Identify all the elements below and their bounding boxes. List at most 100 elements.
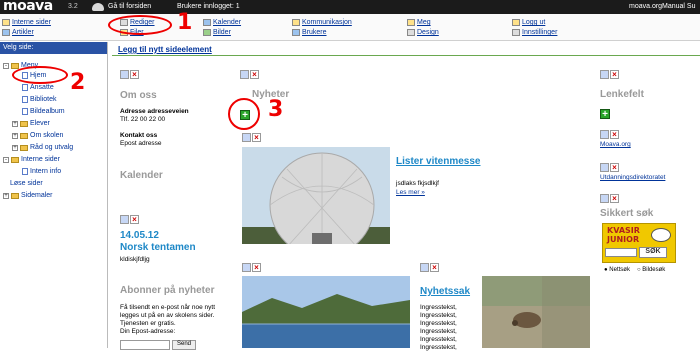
- add-link-button[interactable]: +: [600, 109, 610, 120]
- delete-icon[interactable]: ×: [610, 70, 619, 79]
- moava-logo[interactable]: moava: [3, 0, 53, 14]
- delete-icon[interactable]: ×: [610, 130, 619, 139]
- news-image-lake[interactable]: [242, 276, 410, 348]
- calendar-event[interactable]: Norsk tentamen: [120, 242, 196, 253]
- menu-innstillinger[interactable]: Innstillinger: [512, 29, 557, 36]
- kvasir-search-input[interactable]: [605, 248, 637, 257]
- menu-meg[interactable]: Meg: [407, 19, 431, 26]
- element-tools: ×: [240, 70, 259, 79]
- menu-brukere[interactable]: Brukere: [292, 29, 327, 36]
- version-label: 3.2: [68, 3, 78, 10]
- edit-icon[interactable]: [420, 263, 429, 272]
- abonner-text: Få tilsendt en e-post når noe nytt legge…: [120, 304, 216, 327]
- annotation-circle-1: [108, 15, 172, 35]
- edit-icon[interactable]: [240, 70, 249, 79]
- expand-icon[interactable]: +: [3, 192, 9, 199]
- kvasir-logo-text: KVASIR: [607, 226, 640, 235]
- news-text-2-line3: Ingresstekst,: [420, 320, 457, 327]
- annotation-circle-3: [228, 98, 260, 130]
- tree-item-bildealbum[interactable]: Bildealbum: [22, 108, 65, 115]
- kvasir-logo-text2: JUNIOR: [607, 235, 640, 244]
- link-moava[interactable]: Moava.org: [600, 141, 631, 149]
- collapse-icon[interactable]: -: [3, 62, 9, 69]
- annotation-number-3: 3: [268, 97, 284, 122]
- expand-icon[interactable]: +: [12, 132, 18, 139]
- user-name[interactable]: Manual Su: [662, 3, 695, 10]
- sidebar: Velg side: - Meny Hjem Ansatte Bibliotek …: [0, 42, 108, 348]
- tree-item-rad-og-utvalg[interactable]: + Råd og utvalg: [12, 144, 73, 151]
- mascot-icon: [651, 228, 671, 242]
- tree-item-intern-info[interactable]: Intern info: [22, 168, 61, 175]
- edit-icon[interactable]: [600, 70, 609, 79]
- page-icon: [22, 108, 28, 115]
- news-text-2-line1: Ingresstekst,: [420, 304, 457, 311]
- tree-item-sidemaler[interactable]: + Sidemaler: [3, 192, 53, 199]
- edit-icon[interactable]: [120, 70, 129, 79]
- search-option-images[interactable]: ○ Bildesøk: [637, 266, 665, 274]
- news-more-1[interactable]: Les mer »: [396, 189, 425, 197]
- calendar-icon: [203, 19, 211, 26]
- edit-icon[interactable]: [120, 215, 129, 224]
- element-tools: ×: [242, 133, 261, 142]
- delete-icon[interactable]: ×: [610, 194, 619, 203]
- site-name[interactable]: moava.org: [629, 3, 662, 10]
- kvasir-junior-widget: KVASIR JUNIOR SØK: [602, 223, 676, 263]
- element-tools: ×: [420, 263, 439, 272]
- news-text-1: jsdlaks fkjsdlkjf: [396, 180, 439, 187]
- edit-icon[interactable]: [600, 130, 609, 139]
- home-icon[interactable]: [92, 3, 104, 11]
- menu-artikler[interactable]: Artikler: [2, 29, 34, 36]
- element-tools: ×: [120, 215, 139, 224]
- link-udir[interactable]: Utdanningsdirektoratet: [600, 174, 665, 182]
- email-label: Din Epost-adresse:: [120, 328, 176, 335]
- email-input[interactable]: [120, 340, 170, 350]
- news-title-2[interactable]: Nyhetssak: [420, 286, 470, 297]
- news-image-hedgehog[interactable]: [482, 276, 590, 348]
- contact-label: Kontakt oss: [120, 132, 158, 139]
- menu-bilder[interactable]: Bilder: [203, 29, 231, 36]
- delete-icon[interactable]: ×: [252, 133, 261, 142]
- tree-item-elever[interactable]: + Elever: [12, 120, 50, 127]
- kvasir-search-button[interactable]: SØK: [639, 247, 667, 258]
- delete-icon[interactable]: ×: [430, 263, 439, 272]
- menu-design[interactable]: Design: [407, 29, 439, 36]
- edit-icon[interactable]: [242, 133, 251, 142]
- news-title-1[interactable]: Lister vitenmesse: [396, 156, 481, 167]
- news-image-dome[interactable]: [242, 147, 390, 244]
- content-header: Legg til nytt sideelement: [112, 42, 700, 56]
- edit-icon[interactable]: [242, 263, 251, 272]
- news-text-2-line4: Ingresstekst,: [420, 328, 457, 335]
- tree-item-ansatte[interactable]: Ansatte: [22, 84, 54, 91]
- page-icon: [22, 84, 28, 91]
- tree-item-lose-sider[interactable]: Løse sider: [10, 180, 43, 187]
- expand-icon[interactable]: +: [12, 144, 18, 151]
- folder-icon: [11, 62, 19, 69]
- design-icon: [407, 29, 415, 36]
- main-menu: Interne sider Artikler Rediger Filer Kal…: [0, 14, 700, 41]
- expand-icon[interactable]: +: [12, 120, 18, 127]
- menu-kalender[interactable]: Kalender: [203, 19, 241, 26]
- send-button[interactable]: Send: [172, 340, 196, 350]
- menu-interne-sider[interactable]: Interne sider: [2, 19, 51, 26]
- kalender-title: Kalender: [120, 170, 163, 181]
- edit-icon[interactable]: [600, 163, 609, 172]
- users-icon: [292, 29, 300, 36]
- delete-icon[interactable]: ×: [610, 163, 619, 172]
- menu-kommunikasjon[interactable]: Kommunikasjon: [292, 19, 352, 26]
- calendar-desc: kldiskjfdljg: [120, 256, 150, 263]
- search-option-web[interactable]: ● Nettsøk: [604, 266, 630, 274]
- tree-item-om-skolen[interactable]: + Om skolen: [12, 132, 63, 139]
- menu-logg-ut[interactable]: Logg ut: [512, 19, 545, 26]
- delete-icon[interactable]: ×: [252, 263, 261, 272]
- edit-icon[interactable]: [600, 194, 609, 203]
- delete-icon[interactable]: ×: [130, 215, 139, 224]
- add-element-link[interactable]: Legg til nytt sideelement: [118, 45, 212, 54]
- tree-item-bibliotek[interactable]: Bibliotek: [22, 96, 56, 103]
- home-link[interactable]: Gå til forsiden: [108, 3, 151, 10]
- sikkert-sok-title: Sikkert søk: [600, 208, 654, 219]
- collapse-icon[interactable]: -: [3, 156, 9, 163]
- folder-icon: [20, 144, 28, 151]
- delete-icon[interactable]: ×: [130, 70, 139, 79]
- tree-item-interne-sider[interactable]: - Interne sider: [3, 156, 60, 163]
- delete-icon[interactable]: ×: [250, 70, 259, 79]
